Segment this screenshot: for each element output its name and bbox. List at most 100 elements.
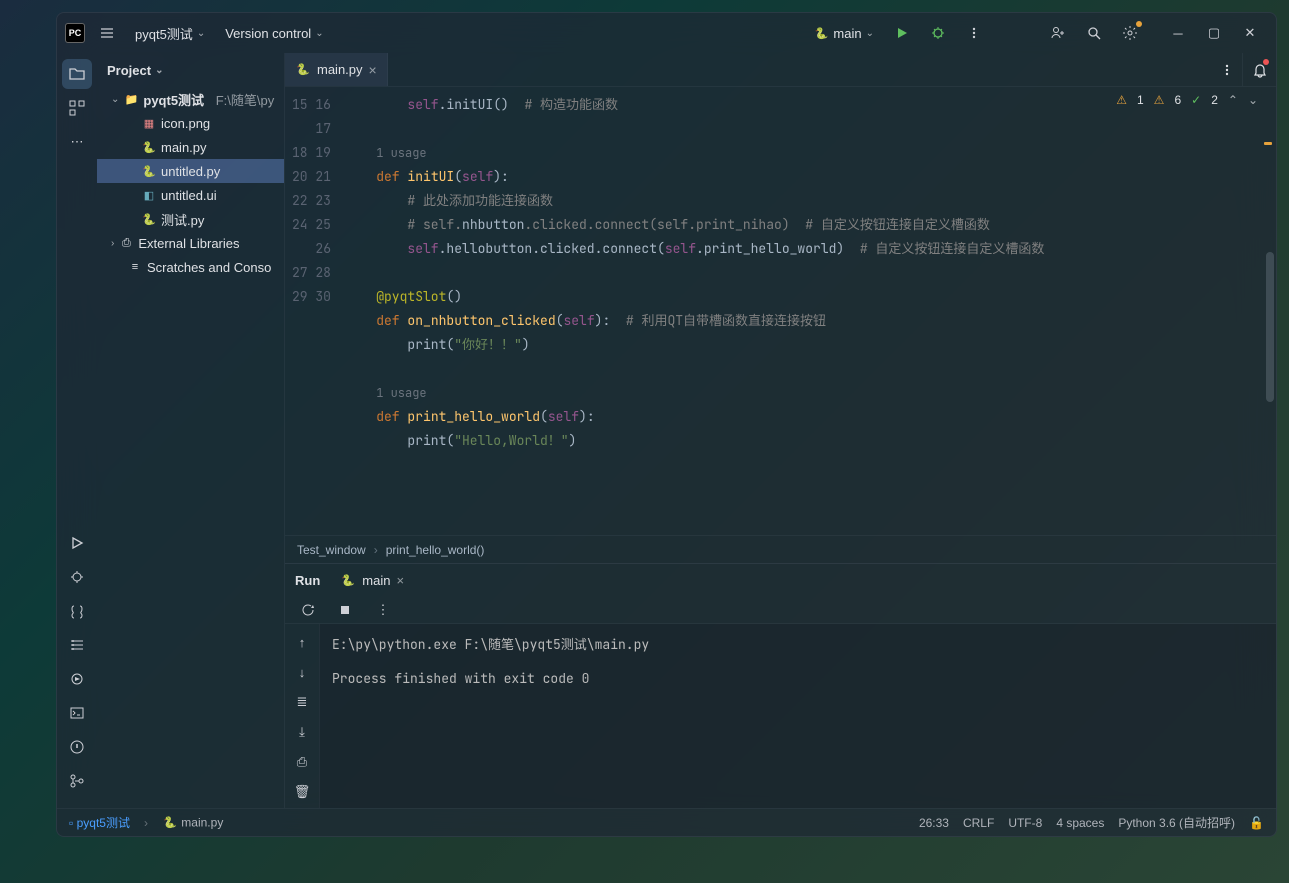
- terminal-tool-button[interactable]: [62, 698, 92, 728]
- breadcrumb-class[interactable]: Test_window: [297, 543, 366, 557]
- code-content[interactable]: self.initUI() # 构造功能函数 1 usage def initU…: [345, 87, 1276, 535]
- sb-interpreter[interactable]: Python 3.6 (自动招呼): [1118, 814, 1235, 831]
- warning-icon: ⚠: [1154, 93, 1165, 107]
- chevron-down-icon[interactable]: ⌄: [1248, 93, 1258, 107]
- run-config-dropdown[interactable]: main⌄: [807, 21, 880, 45]
- run-button[interactable]: [888, 19, 916, 47]
- tree-file[interactable]: untitled.py: [97, 159, 284, 183]
- titlebar: PC pyqt5测试 ⌄ Version control⌄ main⌄ ─ ▢ ✕: [57, 13, 1276, 53]
- ide-window: PC pyqt5测试⌄ Version control⌄ main⌄ ─ ▢ ✕…: [56, 12, 1277, 837]
- settings-button[interactable]: [1116, 19, 1144, 47]
- statusbar: ▫ pyqt5测试 › main.py 26:33 CRLF UTF-8 4 s…: [57, 808, 1276, 836]
- project-name-label: pyqt5测试: [135, 24, 193, 43]
- sb-file[interactable]: main.py: [162, 815, 223, 831]
- close-button[interactable]: ✕: [1232, 19, 1268, 47]
- code-with-me-button[interactable]: [1044, 19, 1072, 47]
- scratch-icon: ≡: [127, 259, 143, 275]
- warning-icon: ⚠: [1116, 93, 1127, 107]
- ok-count: 2: [1211, 93, 1218, 107]
- python-packages-button[interactable]: [62, 664, 92, 694]
- down-button[interactable]: ↓: [290, 660, 314, 684]
- tree-root[interactable]: ⌄ pyqt5测试 F:\随笔\py: [97, 87, 284, 111]
- tabs-more-button[interactable]: [1212, 53, 1242, 86]
- chevron-right-icon: ›: [374, 543, 378, 557]
- services-tool-button[interactable]: [62, 630, 92, 660]
- python-icon: [162, 815, 178, 831]
- more-actions-button[interactable]: [960, 19, 988, 47]
- chevron-down-icon: ⌄: [197, 28, 205, 39]
- tab-close-button[interactable]: ×: [369, 62, 377, 78]
- version-control-dropdown[interactable]: Version control⌄: [219, 22, 329, 45]
- breadcrumb-function[interactable]: print_hello_world(): [386, 543, 485, 557]
- left-tool-rail: ⋯: [57, 53, 97, 808]
- python-icon: [813, 25, 829, 41]
- run-tab-label: main: [362, 573, 390, 588]
- console-output[interactable]: E:\py\python.exe F:\随笔\pyqt5测试\main.py P…: [319, 624, 1276, 808]
- sb-line-ending[interactable]: CRLF: [963, 816, 994, 830]
- structure-tool-button[interactable]: [62, 93, 92, 123]
- run-more-button[interactable]: ⋮: [371, 598, 395, 622]
- tree-scratches[interactable]: ≡Scratches and Conso: [97, 255, 284, 279]
- chevron-up-icon[interactable]: ⌃: [1228, 93, 1238, 107]
- file-name: untitled.py: [161, 164, 220, 179]
- clear-button[interactable]: 🗑: [290, 780, 314, 804]
- project-dropdown[interactable]: pyqt5测试 ⌄: [129, 20, 211, 47]
- run-tool-button[interactable]: [62, 528, 92, 558]
- tab-label: main.py: [317, 62, 363, 77]
- editor-tabs: main.py ×: [285, 53, 1276, 87]
- project-panel-header[interactable]: Project⌄: [97, 53, 284, 87]
- tree-file[interactable]: 测试.py: [97, 207, 284, 231]
- editor-scrollbar[interactable]: [1266, 252, 1274, 402]
- up-button[interactable]: ↑: [290, 630, 314, 654]
- project-tree-panel: Project⌄ ⌄ pyqt5测试 F:\随笔\py ▦icon.pngmain…: [97, 53, 285, 808]
- maximize-button[interactable]: ▢: [1196, 19, 1232, 47]
- search-button[interactable]: [1080, 19, 1108, 47]
- chevron-down-icon: ⌄: [111, 94, 119, 105]
- more-tools-button[interactable]: ⋯: [62, 127, 92, 157]
- python-icon: [295, 62, 311, 78]
- line-gutter: 15 16 17 18 19 20 21 22 23 24 25 26 27 2…: [285, 87, 345, 535]
- tree-external-libraries[interactable]: ›⎙External Libraries: [97, 231, 284, 255]
- sb-lock-icon[interactable]: 🔓: [1249, 816, 1264, 830]
- problems-tool-button[interactable]: [62, 732, 92, 762]
- inspections-widget[interactable]: ⚠ 1 ⚠ 6 ✓ 2 ⌃ ⌄: [1116, 93, 1258, 107]
- sb-position[interactable]: 26:33: [919, 816, 949, 830]
- stop-button[interactable]: [333, 598, 357, 622]
- vcs-tool-button[interactable]: [62, 766, 92, 796]
- run-panel: Run main× ⋮ ↑ ↓ ≣ ⤓ ⎙ 🗑: [285, 563, 1276, 808]
- root-path: F:\随笔\py: [216, 90, 275, 109]
- minimize-button[interactable]: ─: [1160, 19, 1196, 47]
- run-toolbar: ⋮: [285, 596, 1276, 624]
- app-icon: PC: [65, 23, 85, 43]
- notifications-button[interactable]: [1242, 53, 1276, 86]
- python-console-button[interactable]: [62, 596, 92, 626]
- root-name: pyqt5测试: [143, 90, 204, 109]
- debug-button[interactable]: [924, 19, 952, 47]
- tree-file[interactable]: ◧untitled.ui: [97, 183, 284, 207]
- tree-file[interactable]: ▦icon.png: [97, 111, 284, 135]
- soft-wrap-button[interactable]: ≣: [290, 690, 314, 714]
- warning1-count: 1: [1137, 93, 1144, 107]
- editor-tab-main[interactable]: main.py ×: [285, 53, 388, 86]
- print-button[interactable]: ⎙: [290, 750, 314, 774]
- run-tab-main[interactable]: main ×: [334, 570, 410, 590]
- sb-project[interactable]: ▫ pyqt5测试: [69, 814, 130, 831]
- main-menu-button[interactable]: [93, 19, 121, 47]
- library-icon: ⎙: [118, 235, 134, 251]
- vcs-label: Version control: [225, 26, 311, 41]
- project-tool-button[interactable]: [62, 59, 92, 89]
- rerun-button[interactable]: [295, 598, 319, 622]
- run-side-toolbar: ↑ ↓ ≣ ⤓ ⎙ 🗑: [285, 624, 319, 808]
- sb-indent[interactable]: 4 spaces: [1056, 816, 1104, 830]
- folder-icon: [123, 91, 139, 107]
- settings-update-dot: [1136, 21, 1142, 27]
- run-tab-close[interactable]: ×: [396, 573, 404, 588]
- debug-tool-button[interactable]: [62, 562, 92, 592]
- sb-encoding[interactable]: UTF-8: [1008, 816, 1042, 830]
- scroll-to-end-button[interactable]: ⤓: [290, 720, 314, 744]
- warning2-count: 6: [1174, 93, 1181, 107]
- code-editor[interactable]: 15 16 17 18 19 20 21 22 23 24 25 26 27 2…: [285, 87, 1276, 535]
- check-icon: ✓: [1191, 93, 1201, 107]
- tree-file[interactable]: main.py: [97, 135, 284, 159]
- python-icon: [141, 139, 157, 155]
